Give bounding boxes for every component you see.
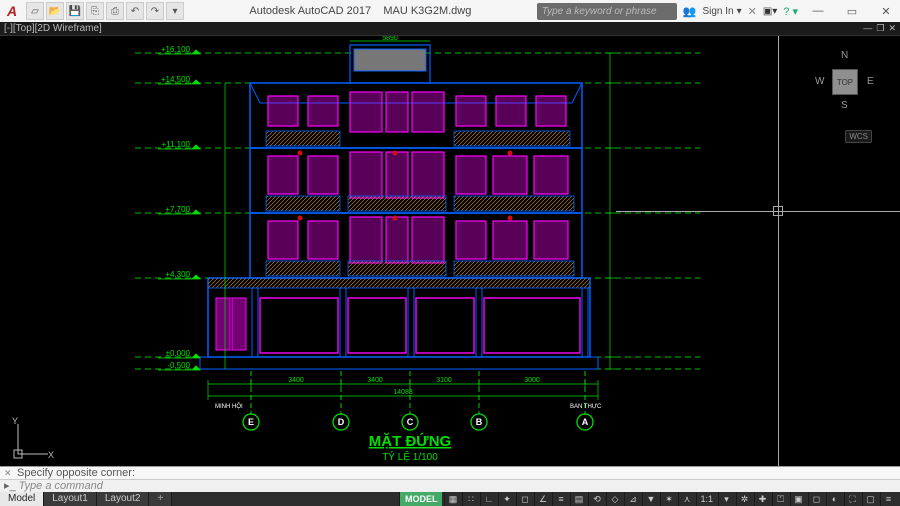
cmd-close-icon[interactable]: ✕ <box>4 467 14 480</box>
drawing-content: E D C B A +16.100 +14.500 +11.100 +7.700… <box>0 36 900 466</box>
status-scale-dropdown-icon[interactable]: ▾ <box>718 492 734 506</box>
drawing-title: MẶT ĐỨNG <box>369 432 451 450</box>
grid-bubble-e: E <box>248 417 254 427</box>
floor-ground <box>208 278 590 357</box>
command-area: ✕ Specify opposite corner: ▸_ Type a com… <box>0 466 900 492</box>
caption-left: MINH HỘI <box>215 403 243 410</box>
open-icon[interactable]: 📂 <box>46 2 64 20</box>
layout-tabs: Model Layout1 Layout2 + <box>0 492 172 506</box>
level-label: +4.300 <box>165 270 190 279</box>
dim-seg: 3400 <box>367 377 383 384</box>
status-grid-icon[interactable]: ▦ <box>444 492 460 506</box>
minimize-button[interactable]: — <box>804 1 832 21</box>
floor-3 <box>250 148 582 213</box>
save-icon[interactable]: 💾 <box>66 2 84 20</box>
level-label: +11.100 <box>161 140 190 149</box>
title-bar: A ▱ 📂 💾 ⎘ ⎙ ↶ ↷ ▾ Autodesk AutoCAD 2017 … <box>0 0 900 22</box>
caption-right: BAN THỰC <box>570 404 602 410</box>
grid-bubble-d: D <box>338 417 345 427</box>
dim-seg: 3000 <box>524 377 540 384</box>
status-snap-icon[interactable]: ∷ <box>462 492 478 506</box>
viewport-header: [-][Top][2D Wireframe] — ❐ ✕ <box>0 22 900 36</box>
status-isolate-icon[interactable]: ◐ <box>826 492 842 506</box>
dim-top: 5890 <box>382 36 398 42</box>
qat-more-icon[interactable]: ▾ <box>166 2 184 20</box>
level-label: ±0.000 <box>166 349 191 358</box>
bottom-bar: Model Layout1 Layout2 + MODEL ▦ ∷ ∟ ✦ ◻ … <box>0 492 900 506</box>
status-polar-icon[interactable]: ✦ <box>498 492 514 506</box>
exchange-icon[interactable]: ✕ <box>748 5 757 18</box>
grid-bubble-a: A <box>582 417 589 427</box>
status-workspace-icon[interactable]: ✲ <box>736 492 752 506</box>
level-label: +16.100 <box>161 45 191 54</box>
doc-minimize-icon[interactable]: — <box>863 23 872 34</box>
help-icon[interactable]: ? ▾ <box>783 5 798 18</box>
status-cleanscreen-icon[interactable]: ▢ <box>862 492 878 506</box>
layout-tab-2[interactable]: Layout2 <box>97 492 150 506</box>
status-quickprops-icon[interactable]: ▣ <box>790 492 806 506</box>
close-button[interactable]: ✕ <box>872 1 900 21</box>
status-osnap-icon[interactable]: ◻ <box>516 492 532 506</box>
status-otrack-icon[interactable]: ∠ <box>534 492 550 506</box>
status-transparency-icon[interactable]: ▤ <box>570 492 586 506</box>
status-gizmo-icon[interactable]: ✶ <box>660 492 676 506</box>
status-filter-icon[interactable]: ▼ <box>642 492 658 506</box>
status-dynucs-icon[interactable]: ⊿ <box>624 492 640 506</box>
layout-tab-model[interactable]: Model <box>0 492 44 506</box>
command-history-text: Specify opposite corner: <box>17 467 135 480</box>
stayconnected-icon[interactable]: ▣▾ <box>763 6 777 17</box>
layout-tab-1[interactable]: Layout1 <box>44 492 97 506</box>
status-hardware-icon[interactable]: ⛶ <box>844 492 860 506</box>
ucs-x-label: X <box>48 450 54 460</box>
plot-icon[interactable]: ⎙ <box>106 2 124 20</box>
status-bar: MODEL ▦ ∷ ∟ ✦ ◻ ∠ ≡ ▤ ⟲ ◇ ⊿ ▼ ✶ ⋏ 1:1 ▾ … <box>399 492 900 506</box>
window-title: Autodesk AutoCAD 2017 MAU K3G2M.dwg <box>184 5 537 17</box>
level-label: +14.500 <box>161 75 191 84</box>
status-cycling-icon[interactable]: ⟲ <box>588 492 604 506</box>
grid-bubble-b: B <box>476 417 483 427</box>
grid-bubble-c: C <box>407 417 414 427</box>
level-label: +7.700 <box>165 205 190 214</box>
layout-tab-add[interactable]: + <box>149 492 172 506</box>
floor-4 <box>250 83 582 148</box>
status-customize-icon[interactable]: ≡ <box>880 492 896 506</box>
dim-total: 14088 <box>393 389 413 396</box>
ucs-icon <box>14 424 48 458</box>
new-icon[interactable]: ▱ <box>26 2 44 20</box>
doc-close-icon[interactable]: ✕ <box>888 23 896 34</box>
status-lineweight-icon[interactable]: ≡ <box>552 492 568 506</box>
penthouse <box>350 45 430 83</box>
signin-button[interactable]: Sign In ▾ <box>702 6 741 17</box>
status-annomon-icon[interactable]: ✚ <box>754 492 770 506</box>
dim-seg: 3100 <box>436 377 452 384</box>
help-search-input[interactable]: Type a keyword or phrase <box>537 3 677 20</box>
command-history-line: ✕ Specify opposite corner: <box>0 467 900 480</box>
status-lockui-icon[interactable]: ◻ <box>808 492 824 506</box>
level-label: -0.500 <box>167 361 190 370</box>
app-name: Autodesk AutoCAD 2017 <box>249 5 371 17</box>
floor-2 <box>250 213 582 278</box>
signin-label: Sign In <box>702 6 733 17</box>
infocenter-icon[interactable]: 👥 <box>683 5 697 18</box>
viewport-label[interactable]: [-][Top][2D Wireframe] <box>4 23 102 34</box>
status-ortho-icon[interactable]: ∟ <box>480 492 496 506</box>
status-units-icon[interactable]: ⏍ <box>772 492 788 506</box>
title-right-cluster: 👥 Sign In ▾ ✕ ▣▾ ? ▾ — ▭ ✕ <box>683 1 900 21</box>
drawing-viewport[interactable]: N S E W TOP WCS <box>0 36 900 466</box>
drawing-scale: TỶ LỆ 1/100 <box>382 450 438 463</box>
doc-name: MAU K3G2M.dwg <box>383 5 471 17</box>
status-scale-value[interactable]: 1:1 <box>696 492 716 506</box>
app-logo-icon[interactable]: A <box>3 2 21 20</box>
ucs-y-label: Y <box>12 416 18 426</box>
undo-icon[interactable]: ↶ <box>126 2 144 20</box>
redo-icon[interactable]: ↷ <box>146 2 164 20</box>
status-annoscale-icon[interactable]: ⋏ <box>678 492 694 506</box>
dim-seg: 3400 <box>288 377 304 384</box>
doc-restore-icon[interactable]: ❐ <box>876 23 884 34</box>
maximize-button[interactable]: ▭ <box>838 1 866 21</box>
status-model-toggle[interactable]: MODEL <box>399 492 443 506</box>
quick-access-toolbar: ▱ 📂 💾 ⎘ ⎙ ↶ ↷ ▾ <box>26 2 184 20</box>
status-3dosnap-icon[interactable]: ◇ <box>606 492 622 506</box>
saveas-icon[interactable]: ⎘ <box>86 2 104 20</box>
